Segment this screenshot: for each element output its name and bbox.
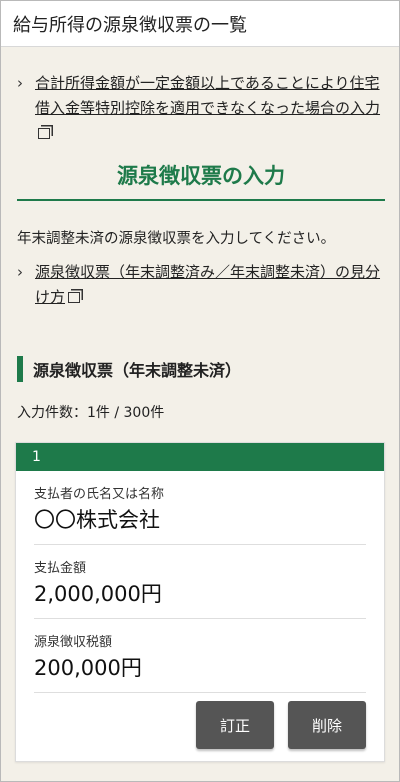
page-title: 給与所得の源泉徴収票の一覧: [13, 14, 247, 36]
page-header: 給与所得の源泉徴収票の一覧: [1, 1, 399, 47]
payer-field: 支払者の氏名又は名称 〇〇株式会社: [34, 471, 366, 545]
card-actions: 訂正 削除: [16, 693, 384, 761]
how-to-tell-link-text[interactable]: 源泉徴収票（年末調整済み／年末調整未済）の見分け方: [35, 263, 380, 306]
chevron-right-icon: ›: [17, 74, 23, 92]
housing-loan-link[interactable]: › 合計所得金額が一定金額以上であることにより住宅借入金等特別控除を適用できなく…: [17, 71, 385, 146]
tax-label: 源泉徴収税額: [34, 635, 113, 650]
slip-card: 1 支払者の氏名又は名称 〇〇株式会社 支払金額 2,000,000円 源泉徴収…: [15, 442, 385, 762]
amount-label: 支払金額: [34, 561, 87, 576]
page-frame: 給与所得の源泉徴収票の一覧 › 合計所得金額が一定金額以上であることにより住宅借…: [0, 0, 400, 782]
edit-button[interactable]: 訂正: [196, 701, 274, 749]
amount-value: 2,000,000円: [34, 582, 162, 606]
section-title: 源泉徴収票の入力: [17, 160, 385, 201]
payer-value: 〇〇株式会社: [34, 508, 160, 532]
payer-label: 支払者の氏名又は名称: [34, 487, 165, 502]
external-window-icon: [68, 292, 81, 303]
delete-button[interactable]: 削除: [288, 701, 366, 749]
main-content: › 合計所得金額が一定金額以上であることにより住宅借入金等特別控除を適用できなく…: [1, 71, 399, 762]
external-window-icon: [38, 128, 50, 139]
subsection-title: 源泉徴収票（年末調整未済）: [17, 356, 385, 382]
tax-value: 200,000円: [34, 656, 142, 680]
entry-count: 入力件数：1件 / 300件: [17, 405, 165, 421]
how-to-tell-link[interactable]: › 源泉徴収票（年末調整済み／年末調整未済）の見分け方: [17, 260, 385, 310]
amount-field: 支払金額 2,000,000円: [34, 545, 366, 619]
tax-field: 源泉徴収税額 200,000円: [34, 619, 366, 693]
housing-loan-link-text[interactable]: 合計所得金額が一定金額以上であることにより住宅借入金等特別控除を適用できなくなっ…: [35, 74, 380, 117]
chevron-right-icon: ›: [17, 263, 23, 281]
card-index: 1: [16, 443, 384, 471]
intro-text: 年末調整未済の源泉徴収票を入力してください。: [17, 231, 336, 247]
